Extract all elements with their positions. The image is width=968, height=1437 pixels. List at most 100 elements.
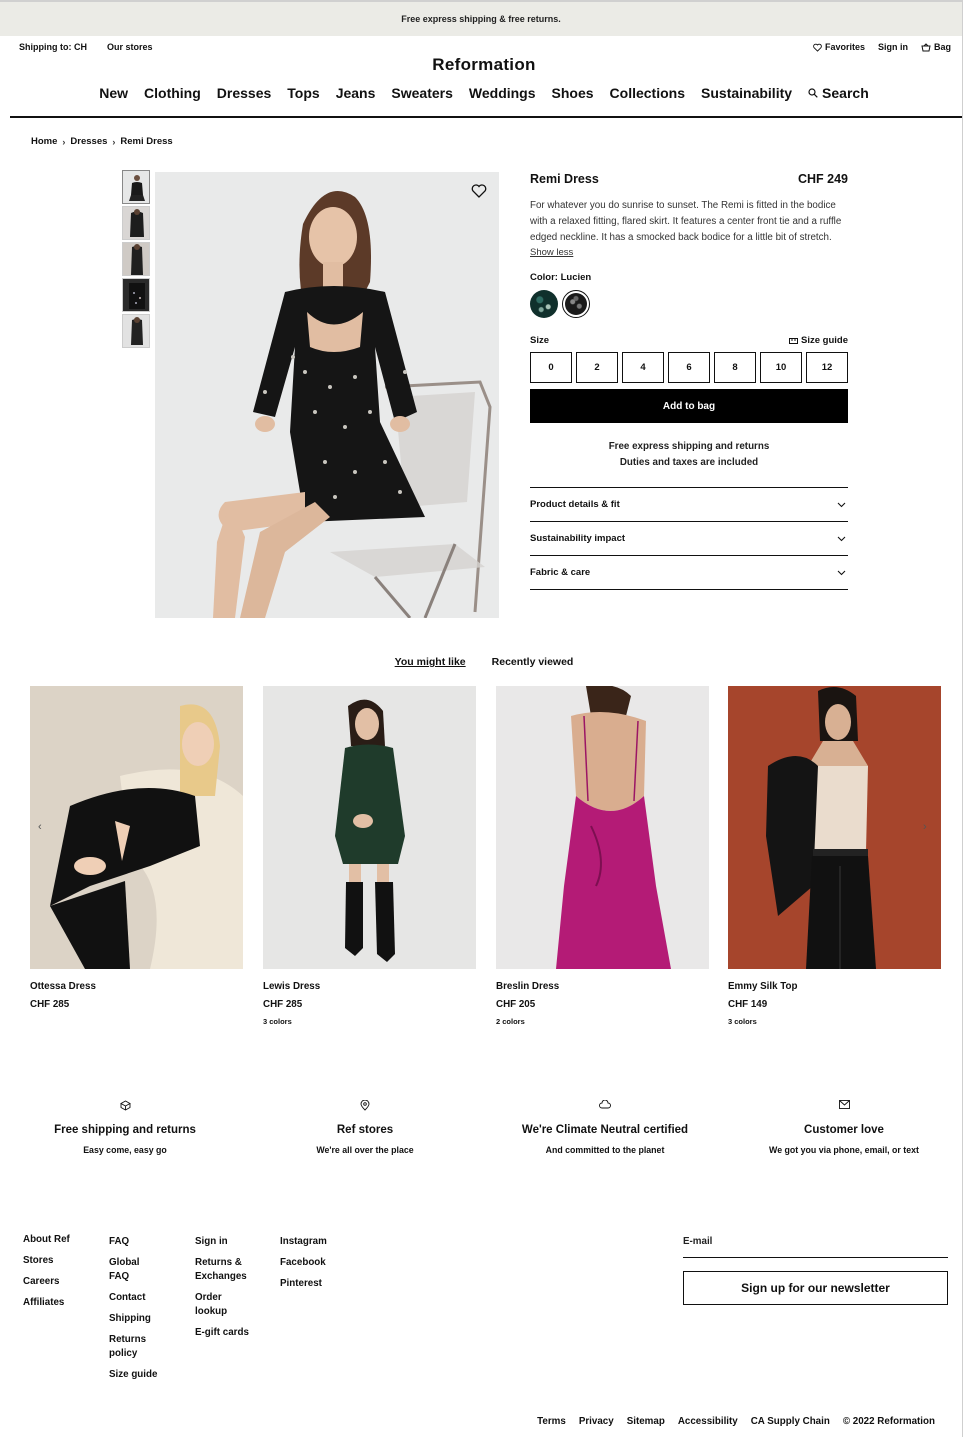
nav-clothing[interactable]: Clothing xyxy=(144,85,201,101)
footer-link[interactable]: Stores xyxy=(23,1254,73,1268)
footer-link[interactable]: Size guide xyxy=(109,1368,161,1382)
value-prop: Customer love We got you via phone, emai… xyxy=(734,1100,954,1155)
thumbnail[interactable] xyxy=(122,206,150,240)
box-icon xyxy=(119,1100,131,1111)
thumbnail[interactable] xyxy=(122,278,150,312)
footer-column: Sign in Returns & Exchanges Order lookup… xyxy=(195,1235,255,1347)
nav-new[interactable]: New xyxy=(99,85,128,101)
newsletter-email-field[interactable]: E-mail xyxy=(683,1236,948,1258)
color-swatch[interactable] xyxy=(530,290,558,318)
footer-link[interactable]: Global FAQ xyxy=(109,1256,161,1284)
tab-you-might-like[interactable]: You might like xyxy=(395,656,466,668)
breadcrumb: Home › Dresses › Remi Dress xyxy=(31,136,173,147)
product-card[interactable]: Breslin Dress CHF 205 2 colors xyxy=(496,686,709,1026)
size-option[interactable]: 12 xyxy=(806,352,848,383)
product-card-colors: 3 colors xyxy=(728,1017,757,1026)
product-card-name: Ottessa Dress xyxy=(30,981,96,992)
footer-link[interactable]: FAQ xyxy=(109,1235,161,1249)
nav-tops[interactable]: Tops xyxy=(287,85,319,101)
nav-collections[interactable]: Collections xyxy=(610,85,685,101)
nav-weddings[interactable]: Weddings xyxy=(469,85,536,101)
footer-column: Instagram Facebook Pinterest xyxy=(280,1235,350,1298)
carousel-prev-arrow[interactable]: ‹ xyxy=(38,821,48,833)
accordion-product-details[interactable]: Product details & fit xyxy=(530,488,848,522)
accordion-label: Fabric & care xyxy=(530,567,591,578)
nav-search[interactable]: Search xyxy=(808,85,869,101)
footer-link[interactable]: Order lookup xyxy=(195,1291,255,1319)
thumbnail[interactable] xyxy=(122,170,150,204)
breadcrumb-dresses[interactable]: Dresses xyxy=(70,136,107,147)
thumbnail[interactable] xyxy=(122,242,150,276)
chevron-down-icon xyxy=(837,502,846,507)
privacy-link[interactable]: Privacy xyxy=(579,1416,614,1427)
breadcrumb-home[interactable]: Home xyxy=(31,136,57,147)
carousel-next-arrow[interactable]: › xyxy=(923,821,933,833)
size-option[interactable]: 4 xyxy=(622,352,664,383)
footer-link[interactable]: Contact xyxy=(109,1291,161,1305)
footer-link[interactable]: E-gift cards xyxy=(195,1326,255,1340)
accordion-sustainability[interactable]: Sustainability impact xyxy=(530,522,848,556)
color-swatch-selected[interactable] xyxy=(562,290,590,318)
nav-jeans[interactable]: Jeans xyxy=(336,85,376,101)
instagram-link[interactable]: Instagram xyxy=(280,1235,350,1249)
product-card-image[interactable] xyxy=(496,686,709,969)
value-prop-subtitle: And committed to the planet xyxy=(545,1145,665,1155)
nav-sustainability[interactable]: Sustainability xyxy=(701,85,792,101)
show-less-link[interactable]: Show less xyxy=(530,247,848,258)
brand-logo[interactable]: Reformation xyxy=(0,55,968,75)
pinterest-link[interactable]: Pinterest xyxy=(280,1277,350,1291)
accordion-fabric-care[interactable]: Fabric & care xyxy=(530,556,848,590)
nav-sweaters[interactable]: Sweaters xyxy=(391,85,452,101)
nav-dresses[interactable]: Dresses xyxy=(217,85,272,101)
thumbnail-list xyxy=(122,170,150,350)
heart-icon xyxy=(813,43,822,52)
newsletter-signup-button[interactable]: Sign up for our newsletter xyxy=(683,1271,948,1305)
footer-link[interactable]: Affiliates xyxy=(23,1296,73,1310)
thumbnail[interactable] xyxy=(122,314,150,348)
product-main-image[interactable] xyxy=(155,172,499,618)
product-card-image[interactable]: ‹ xyxy=(30,686,243,969)
bag-link[interactable]: Bag xyxy=(921,42,951,52)
facebook-link[interactable]: Facebook xyxy=(280,1256,350,1270)
terms-link[interactable]: Terms xyxy=(537,1416,566,1427)
accessibility-link[interactable]: Accessibility xyxy=(678,1416,738,1427)
product-description: For whatever you do sunrise to sunset. T… xyxy=(530,200,842,243)
product-card[interactable]: › Emmy Silk Top CHF 149 3 colors xyxy=(728,686,941,1026)
accordion-label: Sustainability impact xyxy=(530,533,626,544)
size-option[interactable]: 2 xyxy=(576,352,618,383)
product-card-image[interactable] xyxy=(263,686,476,969)
our-stores-link[interactable]: Our stores xyxy=(107,42,153,52)
product-card-image[interactable]: › xyxy=(728,686,941,969)
footer-link[interactable]: Careers xyxy=(23,1275,73,1289)
size-option[interactable]: 10 xyxy=(760,352,802,383)
cloud-icon xyxy=(599,1100,611,1109)
nav-shoes[interactable]: Shoes xyxy=(552,85,594,101)
footer-link[interactable]: Sign in xyxy=(195,1235,255,1249)
product-card[interactable]: Lewis Dress CHF 285 3 colors xyxy=(263,686,476,1026)
footer-link[interactable]: About Ref xyxy=(23,1233,73,1247)
heart-icon[interactable] xyxy=(471,183,487,199)
location-pin-icon xyxy=(360,1100,370,1111)
footer-link[interactable]: Returns policy xyxy=(109,1333,161,1361)
search-icon xyxy=(808,88,818,98)
shipping-to-link[interactable]: Shipping to: CH xyxy=(19,42,87,52)
sign-in-link[interactable]: Sign in xyxy=(878,42,908,52)
footer-link[interactable]: Returns & Exchanges xyxy=(195,1256,255,1284)
value-prop-title: Customer love xyxy=(804,1124,884,1136)
size-option[interactable]: 6 xyxy=(668,352,710,383)
bag-icon xyxy=(921,42,931,51)
footer-link[interactable]: Shipping xyxy=(109,1312,161,1326)
breadcrumb-current: Remi Dress xyxy=(120,136,173,147)
scrollbar-track[interactable] xyxy=(962,0,963,1437)
product-card[interactable]: ‹ Ottessa Dress CHF 285 xyxy=(30,686,243,1010)
add-to-bag-button[interactable]: Add to bag xyxy=(530,389,848,423)
favorites-link[interactable]: Favorites xyxy=(813,42,865,52)
value-prop-title: Free shipping and returns xyxy=(54,1124,196,1136)
tab-recently-viewed[interactable]: Recently viewed xyxy=(492,656,574,668)
size-header: Size Size guide xyxy=(530,335,848,346)
size-option[interactable]: 0 xyxy=(530,352,572,383)
supply-chain-link[interactable]: CA Supply Chain xyxy=(751,1416,830,1427)
sitemap-link[interactable]: Sitemap xyxy=(627,1416,665,1427)
size-guide-link[interactable]: Size guide xyxy=(789,335,848,346)
size-option[interactable]: 8 xyxy=(714,352,756,383)
